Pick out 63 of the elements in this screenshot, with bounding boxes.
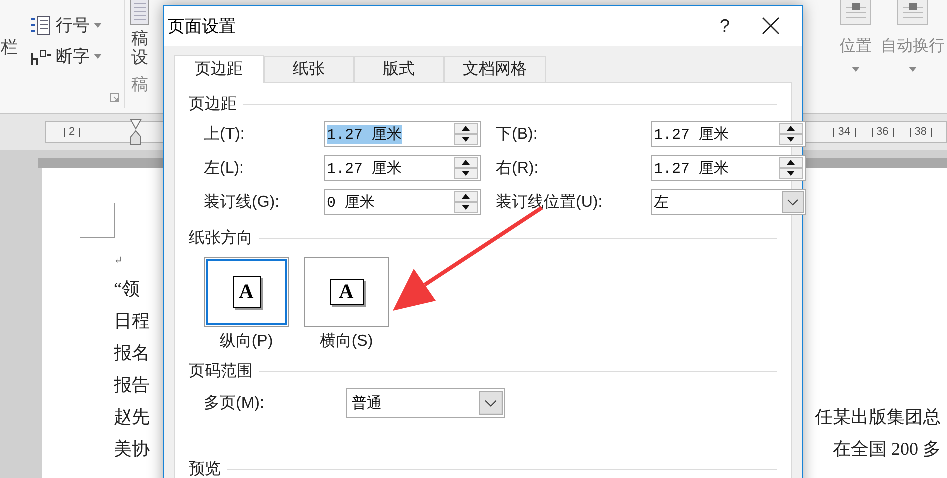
margin-corner-mark: [80, 203, 115, 238]
document-text: 在全国 200 多: [833, 438, 941, 461]
paragraph-mark: ↵: [114, 254, 124, 267]
help-button[interactable]: ?: [702, 6, 748, 46]
field-label: 装订线(G):: [204, 192, 281, 212]
caret-icon: [94, 54, 102, 59]
ruler-number: 34: [838, 126, 850, 138]
spin-field[interactable]: 0 厘米: [324, 189, 481, 215]
document-text: 美协: [114, 438, 150, 461]
document-text: 任某出版集团总: [815, 406, 941, 429]
field-label: 装订线位置(U):: [496, 192, 604, 212]
spin-field[interactable]: 1.27 厘米: [651, 121, 806, 147]
section-heading: 页码范围: [189, 362, 253, 382]
document-text: 报名: [114, 342, 150, 365]
section-heading: 页边距: [189, 94, 237, 114]
spin-buttons-icon[interactable]: [454, 123, 478, 145]
field-label: 上(T):: [204, 124, 246, 144]
dropdown-field[interactable]: 左: [651, 189, 806, 215]
ribbon-button[interactable]: 断字: [30, 45, 110, 68]
line-numbers-icon: [30, 16, 52, 36]
paper-icon: A: [330, 279, 364, 305]
spin-buttons-icon[interactable]: [454, 191, 478, 213]
caret-icon: [852, 67, 860, 72]
ribbon-button[interactable]: 行号: [30, 14, 110, 37]
grid-paper-icon: [130, 0, 150, 26]
indent-marker-icon[interactable]: [130, 118, 142, 146]
ribbon-button[interactable]: 稿设: [129, 0, 151, 68]
dialog-title: 页面设置: [168, 16, 236, 38]
caret-icon: [909, 67, 917, 72]
paper-icon: A: [232, 276, 260, 308]
caret-icon: [94, 23, 102, 28]
document-text: 日程: [114, 310, 150, 333]
orientation-button[interactable]: A: [204, 257, 289, 327]
field-label: 下(B):: [496, 124, 539, 144]
document-text: 报告: [114, 374, 150, 397]
field-label: 右(R):: [496, 158, 540, 178]
close-icon: [762, 17, 780, 35]
field-label: 左(L):: [204, 158, 245, 178]
tab[interactable]: 纸张: [264, 56, 354, 82]
tab[interactable]: 文档网格: [444, 56, 546, 82]
document-text: 赵先: [114, 406, 150, 429]
document-text: “领: [114, 278, 140, 301]
spin-field[interactable]: 1.27 厘米: [324, 155, 481, 181]
orientation-label: 纵向(P): [220, 332, 274, 352]
orientation-button[interactable]: A: [304, 257, 389, 327]
orientation-label: 横向(S): [320, 332, 374, 352]
dialog-launcher-icon[interactable]: [110, 93, 120, 103]
ribbon-button-label[interactable]: 栏: [1, 36, 18, 59]
spin-buttons-icon[interactable]: [454, 157, 478, 179]
spin-buttons-icon[interactable]: [779, 123, 803, 145]
spin-field[interactable]: 1.27 厘米: [324, 121, 481, 147]
spin-buttons-icon[interactable]: [779, 157, 803, 179]
tab[interactable]: 版式: [354, 56, 444, 82]
spin-field[interactable]: 1.27 厘米: [651, 155, 806, 181]
field-label: 多页(M):: [204, 394, 266, 414]
ruler-number: 38: [914, 126, 927, 138]
ruler-number: 36: [876, 126, 889, 138]
group-label: 稿: [132, 74, 148, 96]
dropdown-field[interactable]: 普通: [346, 388, 505, 418]
tab[interactable]: 页边距: [174, 55, 264, 83]
ruler-number: 2: [69, 126, 76, 138]
section-heading: 预览: [189, 460, 221, 478]
section-heading: 纸张方向: [189, 228, 253, 248]
